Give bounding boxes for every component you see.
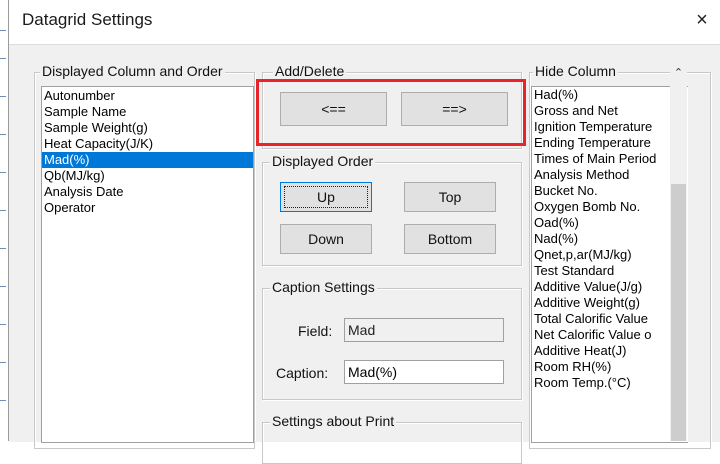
focus-ring (284, 186, 368, 208)
move-up-button[interactable]: Up (280, 182, 372, 212)
close-icon[interactable]: × (690, 6, 714, 34)
list-item[interactable]: Had(%) (532, 87, 688, 103)
print-settings-legend: Settings about Print (270, 413, 397, 429)
list-item[interactable]: Bucket No. (532, 183, 688, 199)
list-item[interactable]: Times of Main Period (532, 151, 688, 167)
highlight-box (256, 79, 526, 146)
scroll-thumb[interactable] (671, 184, 686, 441)
move-bottom-button[interactable]: Bottom (404, 224, 496, 254)
list-item[interactable]: Analysis Date (42, 184, 253, 200)
list-item[interactable]: Analysis Method (532, 167, 688, 183)
list-item[interactable]: Oad(%) (532, 215, 688, 231)
list-item[interactable]: Gross and Net (532, 103, 688, 119)
list-item[interactable]: Sample Weight(g) (42, 120, 253, 136)
hidden-list-scrollbar[interactable]: ⌃ (670, 65, 687, 441)
displayed-columns-legend: Displayed Column and Order (40, 63, 225, 79)
list-item[interactable]: Oxygen Bomb No. (532, 199, 688, 215)
hide-column-legend: Hide Column (533, 63, 618, 79)
list-item[interactable]: Autonumber (42, 88, 253, 104)
add-delete-legend: Add/Delete (273, 63, 347, 79)
list-item[interactable]: Additive Weight(g) (532, 295, 688, 311)
background-window-edge (0, 0, 9, 441)
list-item[interactable]: Operator (42, 200, 253, 216)
list-item[interactable]: Test Standard (532, 263, 688, 279)
move-top-button[interactable]: Top (404, 182, 496, 212)
caption-settings-legend: Caption Settings (270, 279, 377, 295)
field-value: Mad (344, 318, 504, 342)
displayed-order-legend: Displayed Order (270, 153, 376, 169)
field-label: Field: (298, 323, 333, 339)
list-item[interactable]: Ignition Temperature (532, 119, 688, 135)
list-item[interactable]: Mad(%) (42, 152, 253, 168)
list-item[interactable]: Net Calorific Value o (532, 327, 688, 343)
list-item[interactable]: Room RH(%) (532, 359, 688, 375)
move-down-button[interactable]: Down (280, 224, 372, 254)
list-item[interactable]: Room Temp.(°C) (532, 375, 688, 391)
window-title: Datagrid Settings (22, 10, 153, 29)
list-item[interactable]: Qb(MJ/kg) (42, 168, 253, 184)
list-item[interactable]: Nad(%) (532, 231, 688, 247)
list-item[interactable]: Sample Name (42, 104, 253, 120)
displayed-columns-list[interactable]: Autonumber Sample Name Sample Weight(g) Hea… (41, 86, 254, 443)
caption-input[interactable]: Mad(%) (344, 360, 504, 384)
scroll-up-arrow-icon[interactable]: ⌃ (670, 65, 687, 82)
caption-label: Caption: (276, 365, 329, 381)
list-item[interactable]: Total Calorific Value (532, 311, 688, 327)
list-item[interactable]: Heat Capacity(J/K) (42, 136, 253, 152)
list-item[interactable]: Additive Heat(J) (532, 343, 688, 359)
hidden-columns-list[interactable]: Had(%) Gross and Net Ignition Temperature E… (531, 86, 688, 443)
list-item[interactable]: Ending Temperature (532, 135, 688, 151)
list-item[interactable]: Qnet,p,ar(MJ/kg) (532, 247, 688, 263)
list-item[interactable]: Additive Value(J/g) (532, 279, 688, 295)
